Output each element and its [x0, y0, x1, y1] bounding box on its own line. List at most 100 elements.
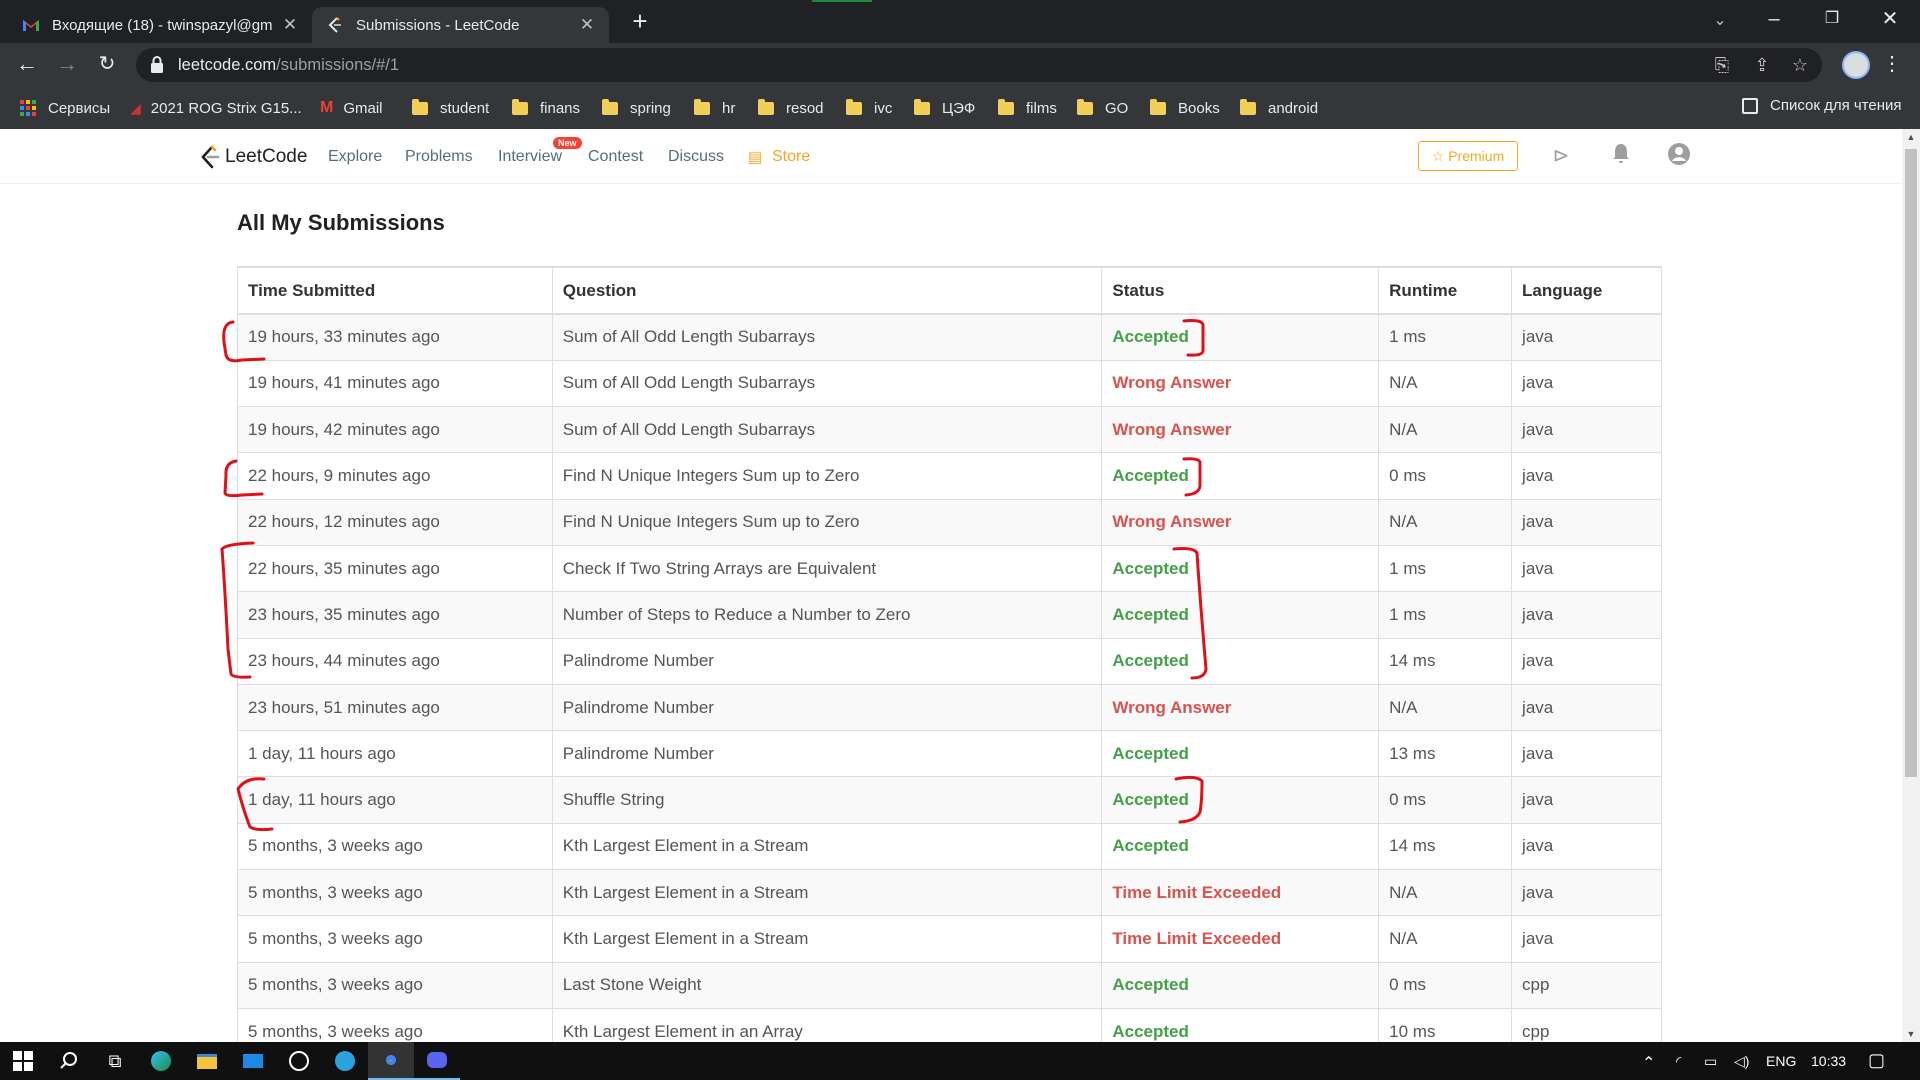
close-tab-icon[interactable]: ✕: [282, 15, 298, 35]
bookmark-student[interactable]: student: [412, 97, 489, 119]
cell-status[interactable]: Wrong Answer: [1101, 406, 1380, 454]
table-row[interactable]: 5 months, 3 weeks ago Kth Largest Element…: [237, 915, 1662, 963]
cell-question[interactable]: Kth Largest Element in a Stream: [551, 915, 1103, 963]
table-row[interactable]: 22 hours, 9 minutes ago Find N Unique Int…: [237, 452, 1662, 500]
nav-interview[interactable]: Interview: [498, 148, 562, 166]
bookmark-films[interactable]: films: [998, 97, 1057, 119]
tab-leetcode[interactable]: Submissions - LeetCode ✕: [312, 7, 609, 43]
cell-status[interactable]: Time Limit Exceeded: [1101, 869, 1380, 917]
cell-status[interactable]: Accepted: [1101, 961, 1380, 1009]
task-view-icon[interactable]: ⧉: [92, 1042, 138, 1080]
scroll-down-arrow-icon[interactable]: ▼: [1902, 1026, 1920, 1042]
table-row[interactable]: 5 months, 3 weeks ago Kth Largest Element…: [237, 869, 1662, 917]
scrollbar-thumb[interactable]: [1905, 149, 1917, 777]
back-arrow-icon[interactable]: ←: [12, 50, 42, 80]
table-row[interactable]: 19 hours, 42 minutes ago Sum of All Odd L…: [237, 406, 1662, 454]
discord-icon[interactable]: [414, 1042, 460, 1080]
wifi-icon[interactable]: ◜: [1676, 1053, 1681, 1070]
nav-contest[interactable]: Contest: [588, 148, 643, 166]
reload-icon[interactable]: ↻: [92, 50, 122, 80]
table-row[interactable]: 23 hours, 44 minutes ago Palindrome Numbe…: [237, 637, 1662, 685]
volume-icon[interactable]: ◁): [1734, 1053, 1749, 1070]
tray-chevron-icon[interactable]: ⌃: [1642, 1053, 1655, 1073]
bookmark-hr[interactable]: hr: [694, 97, 735, 119]
user-avatar-icon[interactable]: [1664, 142, 1694, 170]
clock[interactable]: 10:33: [1811, 1053, 1846, 1069]
cell-status[interactable]: Accepted: [1101, 591, 1380, 639]
table-row[interactable]: 1 day, 11 hours ago Shuffle String Accepte…: [237, 776, 1662, 824]
cell-status[interactable]: Wrong Answer: [1101, 498, 1380, 546]
cell-question[interactable]: Shuffle String: [551, 776, 1103, 824]
bookmark-star-icon[interactable]: ☆: [1788, 54, 1812, 78]
table-row[interactable]: 23 hours, 51 minutes ago Palindrome Numbe…: [237, 683, 1662, 732]
minimize-icon[interactable]: –: [1745, 0, 1803, 40]
bookmark-gmail[interactable]: M Gmail: [320, 97, 383, 119]
table-row[interactable]: 22 hours, 35 minutes ago Check If Two Str…: [237, 544, 1662, 593]
bookmark-ivc[interactable]: ivc: [846, 97, 892, 119]
bookmark-tsef[interactable]: ЦЭФ: [914, 97, 975, 119]
cell-status[interactable]: Accepted: [1101, 637, 1380, 685]
cell-question[interactable]: Sum of All Odd Length Subarrays: [551, 359, 1103, 408]
cell-question[interactable]: Kth Largest Element in a Stream: [551, 822, 1103, 871]
cell-question[interactable]: Sum of All Odd Length Subarrays: [551, 406, 1103, 454]
chrome-profile-avatar[interactable]: [1842, 51, 1870, 79]
table-row[interactable]: 23 hours, 35 minutes ago Number of Steps …: [237, 591, 1662, 639]
mail-icon[interactable]: [230, 1042, 276, 1080]
table-row[interactable]: 5 months, 3 weeks ago Last Stone Weight Ac…: [237, 961, 1662, 1009]
cell-question[interactable]: Find N Unique Integers Sum up to Zero: [551, 452, 1103, 500]
bookmark-spring[interactable]: spring: [602, 97, 671, 119]
cell-question[interactable]: Number of Steps to Reduce a Number to Ze…: [551, 591, 1103, 639]
notification-bell-icon[interactable]: [1606, 142, 1636, 170]
battery-icon[interactable]: ▭: [1704, 1053, 1717, 1070]
chrome-taskbar-icon[interactable]: [368, 1042, 414, 1080]
cell-question[interactable]: Kth Largest Element in an Array: [551, 1007, 1103, 1042]
table-row[interactable]: 22 hours, 12 minutes ago Find N Unique In…: [237, 498, 1662, 546]
windows-start-icon[interactable]: [0, 1042, 46, 1080]
cell-status[interactable]: Time Limit Exceeded: [1101, 915, 1380, 963]
nav-discuss[interactable]: Discuss: [668, 148, 724, 166]
chrome-menu-icon[interactable]: ⋮: [1882, 52, 1902, 78]
window-close-icon[interactable]: ✕: [1861, 0, 1919, 40]
share-icon[interactable]: ⇪: [1750, 54, 1774, 78]
cell-status[interactable]: Accepted: [1101, 776, 1380, 824]
cell-status[interactable]: Accepted: [1101, 1007, 1380, 1042]
telegram-icon[interactable]: [322, 1042, 368, 1080]
tab-gmail[interactable]: Входящие (18) - twinspazyl@gm ✕: [8, 7, 312, 43]
bookmark-finans[interactable]: finans: [512, 97, 580, 119]
table-row[interactable]: 19 hours, 33 minutes ago Sum of All Odd L…: [237, 313, 1662, 361]
table-row[interactable]: 1 day, 11 hours ago Palindrome Number Acce…: [237, 730, 1662, 778]
cell-question[interactable]: Find N Unique Integers Sum up to Zero: [551, 498, 1103, 546]
cell-status[interactable]: Accepted: [1101, 822, 1380, 871]
search-icon[interactable]: [46, 1042, 92, 1080]
nav-store[interactable]: Store: [772, 148, 810, 166]
tab-search-chevron-icon[interactable]: ⌄: [1706, 8, 1734, 36]
table-row[interactable]: 19 hours, 41 minutes ago Sum of All Odd L…: [237, 359, 1662, 408]
new-tab-plus-icon[interactable]: +: [625, 7, 655, 37]
reading-list[interactable]: Список для чтения: [1742, 97, 1902, 114]
table-row[interactable]: 5 months, 3 weeks ago Kth Largest Element…: [237, 822, 1662, 871]
page-scrollbar[interactable]: ▲ ▼: [1902, 129, 1920, 1042]
cell-status[interactable]: Accepted: [1101, 544, 1380, 593]
cell-question[interactable]: Palindrome Number: [551, 683, 1103, 732]
bookmark-android[interactable]: android: [1240, 97, 1318, 119]
address-bar[interactable]: leetcode.com/submissions/#/1 ⎘ ⇪ ☆: [136, 48, 1822, 82]
restore-icon[interactable]: ❐: [1803, 0, 1861, 40]
cell-status[interactable]: Accepted: [1101, 452, 1380, 500]
cell-question[interactable]: Sum of All Odd Length Subarrays: [551, 313, 1103, 361]
bookmark-go[interactable]: GO: [1077, 97, 1128, 119]
whatsapp-icon[interactable]: [276, 1042, 322, 1080]
cell-question[interactable]: Palindrome Number: [551, 637, 1103, 685]
cell-status[interactable]: Accepted: [1101, 730, 1380, 778]
translate-icon[interactable]: ⎘: [1710, 54, 1734, 78]
cell-status[interactable]: Accepted: [1101, 313, 1380, 361]
cell-question[interactable]: Kth Largest Element in a Stream: [551, 869, 1103, 917]
playground-icon[interactable]: ⊳: [1546, 142, 1576, 170]
forward-arrow-icon[interactable]: →: [52, 50, 82, 80]
scroll-up-arrow-icon[interactable]: ▲: [1902, 129, 1920, 145]
cell-question[interactable]: Check If Two String Arrays are Equivalen…: [551, 544, 1103, 593]
cell-question[interactable]: Last Stone Weight: [551, 961, 1103, 1009]
nav-explore[interactable]: Explore: [328, 148, 382, 166]
input-language[interactable]: ENG: [1766, 1053, 1796, 1069]
nav-problems[interactable]: Problems: [405, 148, 473, 166]
bookmark-services[interactable]: Сервисы: [20, 97, 110, 119]
